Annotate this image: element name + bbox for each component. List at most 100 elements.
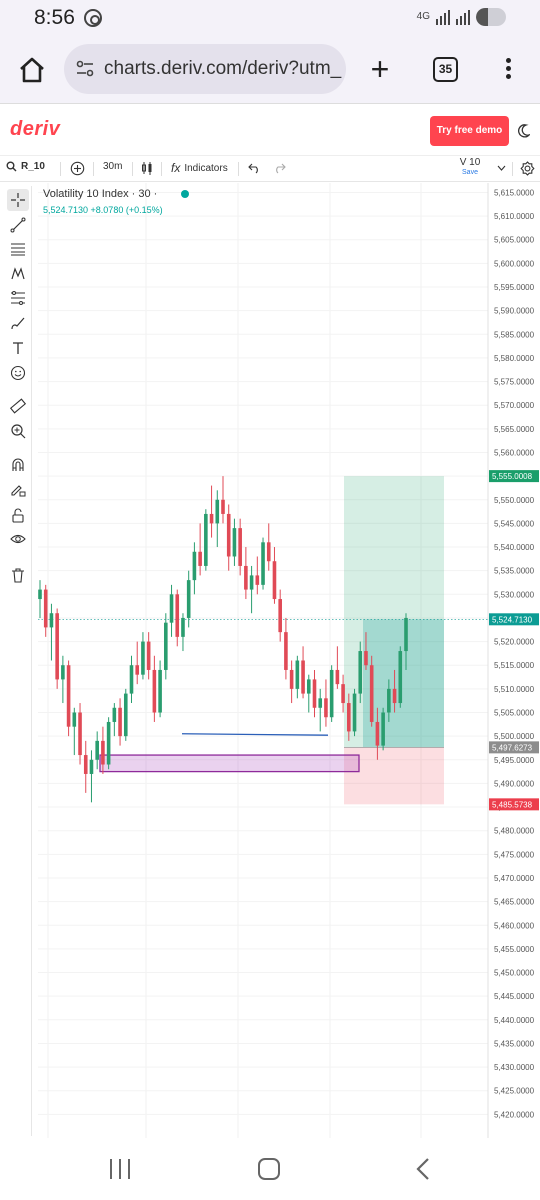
- url-text: charts.deriv.com/deriv?utm_ad: [104, 58, 342, 79]
- candle-body: [387, 688, 391, 713]
- deriv-logo[interactable]: deriv: [10, 118, 60, 141]
- candle-body: [261, 542, 265, 585]
- interval-selector[interactable]: 30m: [103, 161, 122, 172]
- candle-body: [369, 665, 374, 722]
- crosshair-tool[interactable]: [7, 189, 29, 211]
- hide-drawings-tool[interactable]: [7, 528, 29, 550]
- signal-icon: [436, 9, 450, 25]
- moon-icon[interactable]: [518, 124, 530, 138]
- zoom-in-icon: [11, 424, 26, 439]
- y-tick-label: 5,585.0000: [494, 330, 535, 339]
- chart-area[interactable]: 5,615.0000 5,610.0000 5,605.0000 5,600.0000…: [36, 183, 540, 1138]
- home-nav-icon[interactable]: [258, 1158, 280, 1180]
- crosshair-icon: [11, 193, 25, 207]
- delete-drawings-tool[interactable]: [7, 564, 29, 586]
- status-indicators: 4G: [417, 8, 506, 26]
- price-tag-label: 5,485.5738: [492, 800, 533, 809]
- candle-body: [392, 688, 397, 704]
- whatsapp-notification-icon: [84, 9, 102, 27]
- y-tick-label: 5,500.0000: [494, 732, 535, 741]
- candle-body: [49, 613, 54, 628]
- signal-icon-2: [456, 9, 470, 25]
- market-open-indicator: [181, 190, 189, 198]
- candle-body: [278, 599, 282, 633]
- unlock-icon: [12, 508, 24, 523]
- candle-body: [192, 551, 197, 581]
- network-type-label: 4G: [416, 11, 430, 22]
- candlestick-chart[interactable]: 5,615.0000 5,610.0000 5,605.0000 5,600.0000…: [36, 183, 540, 1138]
- site-settings-icon[interactable]: [76, 60, 94, 78]
- y-tick-label: 5,480.0000: [494, 827, 535, 836]
- lines-tool[interactable]: [7, 238, 29, 260]
- indicators-button[interactable]: fx Indicators: [171, 161, 228, 175]
- y-tick-label: 5,595.0000: [494, 283, 535, 292]
- candle-body: [209, 513, 214, 524]
- y-tick-label: 5,420.0000: [494, 1110, 535, 1119]
- candle-body: [78, 712, 82, 756]
- home-icon[interactable]: [18, 56, 46, 84]
- tab-switcher-button[interactable]: 35: [433, 57, 458, 82]
- chevron-down-icon[interactable]: [497, 165, 506, 171]
- candle-body: [61, 665, 65, 680]
- symbol-selector[interactable]: R_10: [6, 161, 45, 172]
- price-tag-label: 5,524.7130: [492, 615, 533, 624]
- candles-chart-type-icon[interactable]: [141, 161, 153, 176]
- horizontal-lines-icon: [11, 243, 25, 256]
- candle-body: [358, 651, 363, 694]
- support-zone-rectangle: [99, 754, 360, 773]
- settings-icon[interactable]: [520, 161, 535, 176]
- candle-body: [221, 499, 225, 514]
- pattern-tool[interactable]: [7, 263, 29, 285]
- y-tick-label: 5,470.0000: [494, 874, 535, 883]
- y-tick-label: 5,600.0000: [494, 259, 535, 268]
- drawing-tools-panel: [4, 186, 32, 1136]
- y-tick-label: 5,535.0000: [494, 567, 535, 576]
- chart-toolbar: R_10 30m fx Indicators V 10 Save: [0, 156, 540, 182]
- back-icon[interactable]: [412, 1157, 436, 1181]
- candle-body: [89, 759, 94, 774]
- candle-body: [66, 665, 71, 727]
- fibonacci-tool[interactable]: [7, 287, 29, 309]
- price-tag-label: 5,497.6273: [492, 743, 533, 752]
- measure-tool[interactable]: [7, 395, 29, 417]
- function-icon: fx: [171, 161, 181, 175]
- lock-drawings-tool[interactable]: [7, 479, 29, 501]
- y-tick-label: 5,605.0000: [494, 236, 535, 245]
- candle-body: [301, 660, 305, 694]
- candle-body: [175, 594, 180, 637]
- text-tool[interactable]: [7, 337, 29, 359]
- add-compare-icon[interactable]: [70, 161, 85, 176]
- candle-body: [375, 721, 380, 746]
- recent-apps-icon[interactable]: [110, 1159, 130, 1179]
- undo-icon[interactable]: [248, 162, 261, 174]
- y-tick-label: 5,450.0000: [494, 969, 535, 978]
- candle-body: [266, 542, 271, 562]
- redo-icon[interactable]: [273, 162, 286, 174]
- candle-body: [324, 698, 328, 718]
- new-tab-icon[interactable]: +: [366, 53, 394, 85]
- candle-body: [232, 528, 237, 557]
- version-selector[interactable]: V 10 Save: [450, 158, 490, 177]
- candle-body: [135, 665, 140, 675]
- y-tick-label: 5,530.0000: [494, 590, 535, 599]
- y-tick-label: 5,565.0000: [494, 425, 535, 434]
- brush-tool[interactable]: [7, 312, 29, 334]
- try-free-demo-button[interactable]: Try free demo: [430, 116, 509, 146]
- candle-body: [106, 721, 111, 765]
- emoji-tool[interactable]: [7, 362, 29, 384]
- candle-body: [347, 703, 351, 732]
- zoom-tool[interactable]: [7, 420, 29, 442]
- candle-body: [255, 575, 260, 585]
- system-navigation-bar: [0, 1138, 540, 1200]
- address-bar[interactable]: charts.deriv.com/deriv?utm_ad: [64, 44, 346, 94]
- lock-all-tool[interactable]: [7, 504, 29, 526]
- symbol-label: R_10: [21, 161, 45, 172]
- trend-line-tool[interactable]: [7, 214, 29, 236]
- indicators-label: Indicators: [184, 162, 228, 174]
- candle-body: [312, 679, 317, 708]
- app-header: deriv Try free demo: [0, 104, 540, 156]
- candle-body: [306, 679, 311, 694]
- magnet-tool[interactable]: [7, 454, 29, 476]
- browser-menu-icon[interactable]: [504, 58, 512, 82]
- candle-body: [123, 693, 128, 737]
